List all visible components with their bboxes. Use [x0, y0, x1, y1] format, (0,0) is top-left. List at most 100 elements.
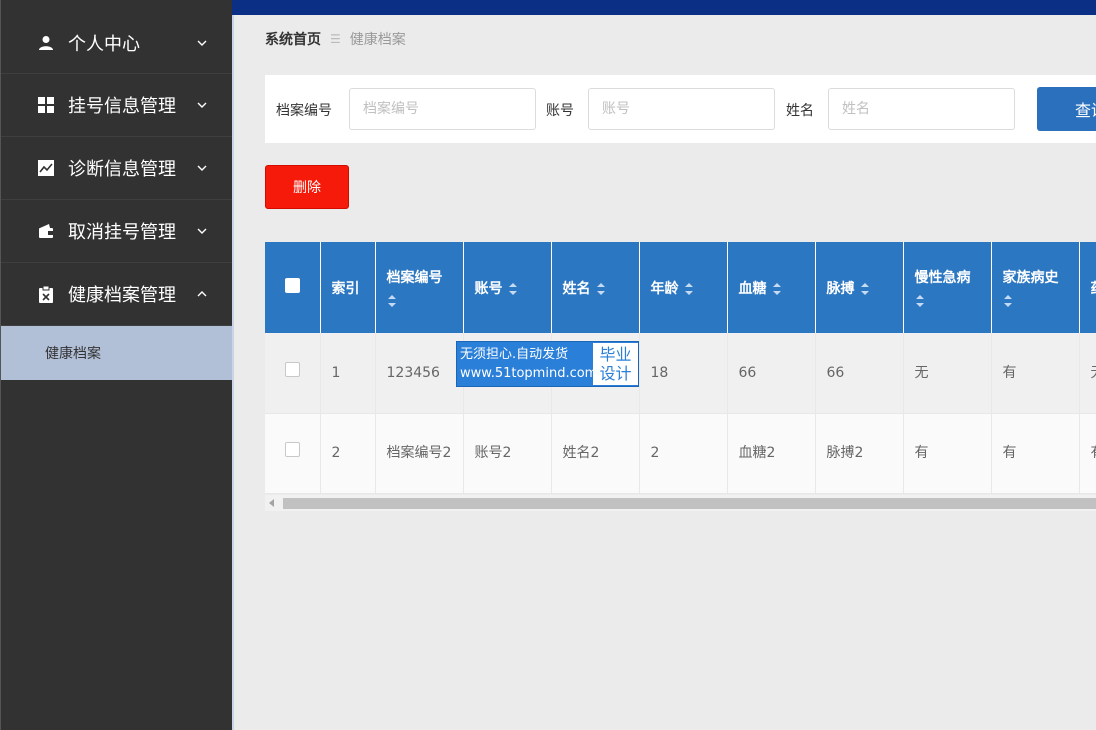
table-row[interactable]: 2 档案编号2 账号2 姓名2 2 血糖2 脉搏2 有 有 有	[265, 413, 1096, 494]
column-header-label: 姓名	[562, 280, 591, 297]
watermark-logo-line: 设计	[599, 364, 632, 383]
sort-icon[interactable]	[684, 282, 694, 296]
sidebar-item-personal-center[interactable]: 个人中心	[1, 0, 232, 74]
watermark-badge: 无须担心.自动发货 www.51topmind.com 毕业 设计	[456, 341, 639, 387]
submenu-item-health-record[interactable]: 健康档案	[1, 326, 232, 380]
column-header-medication[interactable]: 药物	[1079, 242, 1096, 333]
table-cell: 123456	[375, 333, 464, 414]
table-cell: 66	[727, 333, 816, 414]
table-cell: 账号2	[463, 413, 552, 494]
table-cell: 脉搏2	[815, 413, 904, 494]
breadcrumb: 系统首页 ☰ 健康档案	[265, 30, 406, 48]
table-cell: 1	[320, 333, 376, 414]
sidebar-item-label: 取消挂号管理	[68, 222, 176, 243]
table-cell: 姓名2	[551, 413, 640, 494]
column-header-record-number[interactable]: 档案编号	[375, 242, 464, 333]
account-label: 账号	[546, 103, 574, 119]
sidebar-item-label: 挂号信息管理	[68, 96, 176, 117]
scroll-left-arrow-icon[interactable]	[269, 499, 274, 507]
breadcrumb-separator-icon: ☰	[330, 32, 341, 46]
watermark-line: 无须担心.自动发货	[460, 347, 569, 362]
column-header-label: 家族病史	[1002, 269, 1059, 286]
table-cell: 血糖2	[727, 413, 816, 494]
row-checkbox[interactable]	[284, 442, 300, 457]
watermark-text: 无须担心.自动发货 www.51topmind.com	[460, 345, 597, 383]
sort-icon[interactable]	[508, 282, 518, 296]
column-header-label: 账号	[474, 280, 503, 297]
name-input[interactable]	[828, 88, 1015, 130]
row-checkbox[interactable]	[284, 361, 300, 377]
column-header-label: 索引	[331, 280, 360, 297]
table-cell: 18	[639, 333, 728, 414]
sidebar-item-health-records[interactable]: 健康档案管理	[1, 263, 232, 326]
column-header-index: 索引	[320, 242, 376, 333]
sort-icon[interactable]	[772, 282, 782, 296]
chevron-down-icon	[196, 37, 208, 49]
column-header-label: 年龄	[650, 280, 679, 297]
sort-icon[interactable]	[860, 282, 870, 296]
table-cell: 有	[903, 413, 992, 494]
column-header-label: 血糖	[738, 280, 767, 297]
table-cell: 无	[903, 333, 992, 414]
chevron-down-icon	[196, 225, 208, 237]
column-header-label: 档案编号	[386, 269, 443, 286]
sidebar-item-cancel-registration[interactable]: 取消挂号管理	[1, 200, 232, 263]
column-header-label: 药物	[1091, 281, 1096, 297]
sidebar-item-label: 健康档案管理	[68, 285, 176, 306]
search-panel: 档案编号 账号 姓名 查询	[265, 75, 1096, 143]
chevron-down-icon	[196, 99, 208, 111]
breadcrumb-current: 健康档案	[349, 32, 406, 48]
top-bar	[232, 0, 1096, 15]
column-header-name[interactable]: 姓名	[551, 242, 640, 333]
records-table: 索引 档案编号 账号 姓名 年龄 血糖 脉搏 慢性急病 家族病史 药物 1 12…	[265, 242, 1096, 495]
user-icon	[37, 34, 55, 52]
column-header-label: 脉搏	[826, 280, 855, 297]
row-checkbox-cell	[265, 333, 321, 414]
table-cell: 2	[320, 413, 376, 494]
record-number-label: 档案编号	[276, 103, 332, 119]
watermark-logo-line: 毕业	[599, 345, 632, 364]
column-header-age[interactable]: 年龄	[639, 242, 728, 333]
sidebar-item-registration[interactable]: 挂号信息管理	[1, 74, 232, 137]
table-header-row: 索引 档案编号 账号 姓名 年龄 血糖 脉搏 慢性急病 家族病史 药物	[265, 242, 1096, 333]
row-checkbox-cell	[265, 413, 321, 494]
table-cell: 有	[991, 333, 1080, 414]
sort-icon[interactable]	[915, 294, 925, 308]
content-divider	[232, 15, 234, 730]
column-header-label: 慢性急病	[914, 269, 971, 286]
table-cell: 无	[1079, 333, 1096, 414]
column-header-account[interactable]: 账号	[463, 242, 552, 333]
column-header-pulse[interactable]: 脉搏	[815, 242, 904, 333]
select-all-checkbox[interactable]	[284, 278, 300, 293]
scroll-thumb[interactable]	[283, 498, 1096, 509]
table-cell: 档案编号2	[375, 413, 464, 494]
record-number-input[interactable]	[349, 88, 536, 130]
name-label: 姓名	[786, 103, 814, 119]
table-cell: 2	[639, 413, 728, 494]
column-header-family-history[interactable]: 家族病史	[991, 242, 1080, 333]
grid-icon	[37, 96, 55, 114]
account-input[interactable]	[588, 88, 775, 130]
column-header-blood-sugar[interactable]: 血糖	[727, 242, 816, 333]
chart-icon	[37, 159, 55, 177]
sidebar-item-label: 个人中心	[68, 33, 140, 55]
sort-icon[interactable]	[1003, 294, 1013, 308]
wallet-icon	[37, 222, 55, 240]
sidebar-item-diagnosis[interactable]: 诊断信息管理	[1, 137, 232, 200]
chevron-up-icon	[196, 288, 208, 300]
select-all-checkbox-cell	[265, 242, 321, 333]
horizontal-scrollbar[interactable]	[265, 495, 1096, 511]
clipboard-icon	[37, 285, 55, 303]
table-cell: 66	[815, 333, 904, 414]
table-row[interactable]: 1 123456 18 66 66 无 有 无	[265, 333, 1096, 414]
table-cell: 有	[991, 413, 1080, 494]
breadcrumb-home[interactable]: 系统首页	[265, 29, 321, 49]
delete-button[interactable]: 删除	[265, 165, 349, 209]
sidebar: 个人中心 挂号信息管理 诊断信息管理 取消挂号管理 健康档案管理 健康档案	[0, 0, 232, 730]
sort-icon[interactable]	[387, 294, 397, 308]
column-header-chronic-disease[interactable]: 慢性急病	[903, 242, 992, 333]
chevron-down-icon	[196, 162, 208, 174]
search-button[interactable]: 查询	[1037, 87, 1096, 131]
sort-icon[interactable]	[596, 282, 606, 296]
table-cell: 有	[1079, 413, 1096, 494]
